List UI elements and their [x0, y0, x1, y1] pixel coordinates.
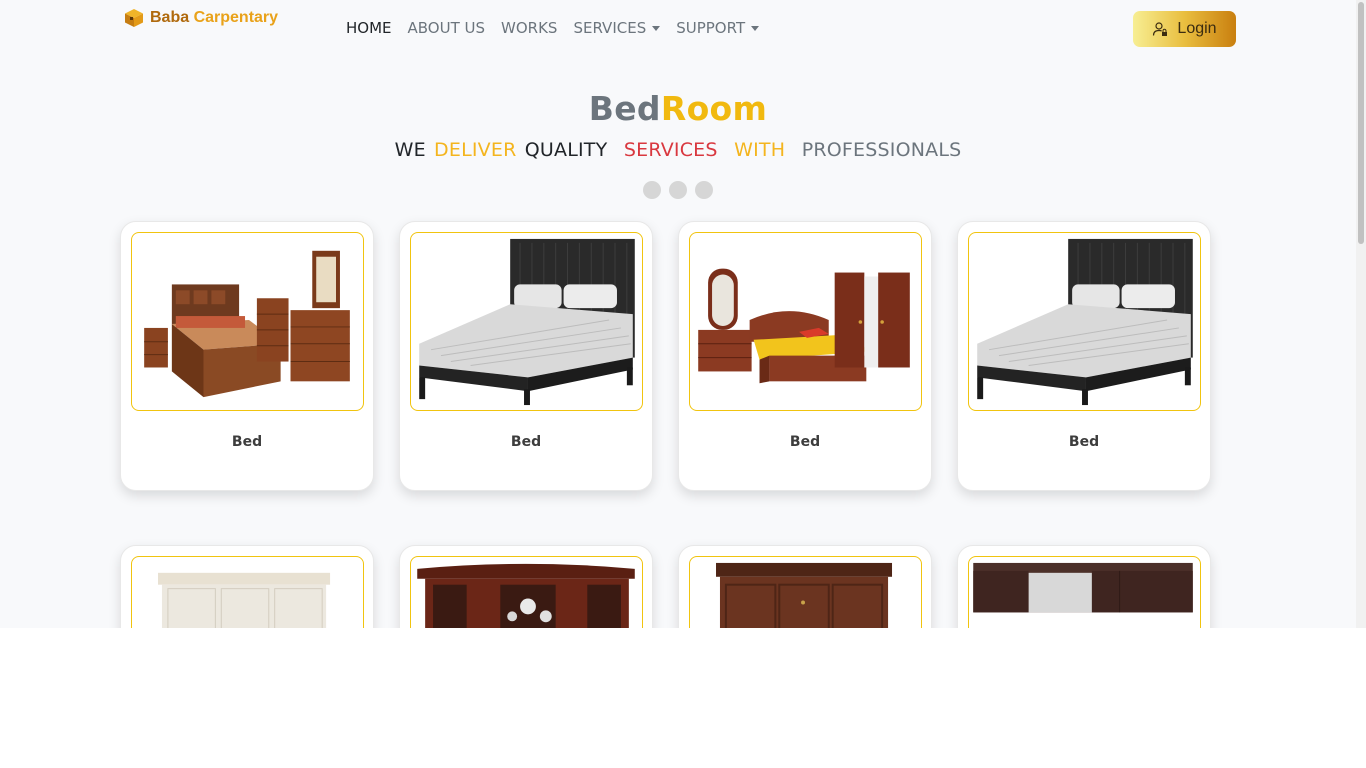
product-image-white-wardrobe	[131, 556, 364, 628]
product-card[interactable]	[678, 545, 932, 628]
product-card[interactable]: Bed	[957, 221, 1211, 491]
tagline-word: PROFESSIONALS	[801, 139, 962, 161]
nav-services-label: SERVICES	[573, 19, 647, 37]
vertical-scrollbar[interactable]	[1356, 0, 1366, 628]
brand-name: Baba Carpentary	[150, 9, 278, 27]
brand-name-part2: Carpentary	[193, 9, 279, 26]
cube-logo-icon	[125, 9, 143, 27]
scrollbar-thumb[interactable]	[1358, 2, 1364, 244]
product-card[interactable]	[120, 545, 374, 628]
tagline-word: WE	[394, 139, 426, 161]
caret-down-icon	[751, 26, 760, 31]
product-image-glass-cabinet	[410, 556, 643, 628]
brand-name-part1: Baba	[150, 9, 190, 26]
product-card[interactable]: Bed	[120, 221, 374, 491]
carousel-dot[interactable]	[695, 181, 713, 199]
tagline-word: DELIVER	[434, 139, 517, 161]
nav-support-dropdown[interactable]: SUPPORT	[676, 19, 760, 37]
page-title: BedRoom	[0, 89, 1356, 128]
carousel-dot[interactable]	[643, 181, 661, 199]
product-image-dark-sliding-wardrobe	[968, 556, 1201, 628]
nav-works[interactable]: WORKS	[501, 19, 557, 37]
page-title-part1: Bed	[588, 89, 661, 128]
page-viewport: Baba Carpentary HOME ABOUT US WORKS SERV…	[0, 0, 1366, 628]
user-lock-icon	[1153, 22, 1168, 36]
carousel-dot[interactable]	[669, 181, 687, 199]
product-title: Bed	[231, 434, 263, 450]
tagline: WE DELIVER QUALITY SERVICES WITH PROFESS…	[0, 139, 1356, 161]
product-card[interactable]: Bed	[678, 221, 932, 491]
navbar: Baba Carpentary HOME ABOUT US WORKS SERV…	[0, 0, 1356, 58]
product-image-black-bed	[968, 232, 1201, 411]
product-card[interactable]	[957, 545, 1211, 628]
product-image-wooden-bedroom-set	[131, 232, 364, 411]
main-nav: HOME ABOUT US WORKS SERVICES SUPPORT	[346, 19, 760, 37]
carousel-indicators	[643, 181, 713, 199]
tagline-word: QUALITY	[524, 139, 608, 161]
product-title: Bed	[789, 434, 821, 450]
page-title-part2: Room	[660, 89, 768, 128]
nav-support-label: SUPPORT	[676, 19, 746, 37]
nav-home[interactable]: HOME	[346, 19, 392, 37]
product-title: Bed	[1068, 434, 1100, 450]
product-image-brown-wardrobe	[689, 556, 922, 628]
product-image-black-bed	[410, 232, 643, 411]
product-card[interactable]	[399, 545, 653, 628]
nav-about-us[interactable]: ABOUT US	[408, 19, 486, 37]
brand-logo-link[interactable]: Baba Carpentary	[124, 7, 278, 29]
login-button[interactable]: Login	[1133, 11, 1236, 47]
product-image-bedroom-set-yellow-mattress	[689, 232, 922, 411]
product-card[interactable]: Bed	[399, 221, 653, 491]
tagline-word: SERVICES	[623, 139, 718, 161]
login-label: Login	[1177, 20, 1217, 37]
tagline-word: WITH	[734, 139, 786, 161]
nav-services-dropdown[interactable]: SERVICES	[573, 19, 661, 37]
caret-down-icon	[652, 26, 661, 31]
product-title: Bed	[510, 434, 542, 450]
